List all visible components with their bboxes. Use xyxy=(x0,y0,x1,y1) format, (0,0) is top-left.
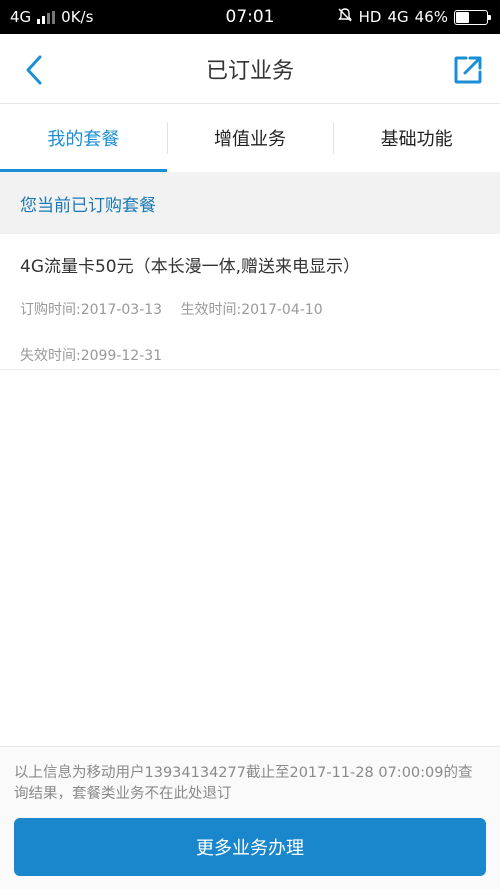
share-button[interactable] xyxy=(448,50,488,90)
expire-row: 失效时间:2099-12-31 xyxy=(20,345,480,365)
battery-percent: 46% xyxy=(414,8,448,26)
package-name: 4G流量卡50元（本长漫一体,赠送来电显示） xyxy=(20,257,361,277)
network-speed: 0K/s xyxy=(61,8,94,26)
mute-icon xyxy=(337,7,353,27)
tab-value-added[interactable]: 增值业务 xyxy=(166,104,334,172)
network-type: 4G xyxy=(10,8,32,26)
signal-icon xyxy=(37,10,56,24)
battery-icon xyxy=(454,9,491,25)
order-time: 订购时间:2017-03-13 xyxy=(20,302,163,318)
effective-time: 生效时间:2017-04-10 xyxy=(180,302,323,318)
header-bar: 已订业务 xyxy=(0,34,500,104)
external-link-icon xyxy=(454,56,482,84)
expire-time: 失效时间:2099-12-31 xyxy=(20,348,163,364)
query-note: 以上信息为移动用户13934134277截止至2017-11-28 07:00:… xyxy=(14,765,473,802)
status-bar: 4G 0K/s 07:01 HD 4G 46% xyxy=(0,0,500,34)
package-dates: 订购时间:2017-03-13 生效时间:2017-04-10 xyxy=(20,299,480,319)
section-title: 您当前已订购套餐 xyxy=(0,172,500,234)
hd-label: HD xyxy=(358,8,382,26)
tab-bar: 我的套餐 增值业务 基础功能 xyxy=(0,104,500,172)
network-type-right: 4G xyxy=(387,8,409,26)
back-button[interactable] xyxy=(14,50,54,90)
status-left: 4G 0K/s xyxy=(10,8,93,26)
package-card: 4G流量卡50元（本长漫一体,赠送来电显示） 订购时间:2017-03-13 生… xyxy=(0,234,500,370)
page-title: 已订业务 xyxy=(205,58,294,84)
tab-my-package[interactable]: 我的套餐 xyxy=(0,104,167,172)
more-business-button[interactable]: 更多业务办理 xyxy=(14,818,486,876)
tab-basic-functions[interactable]: 基础功能 xyxy=(333,104,500,172)
status-right: HD 4G 46% xyxy=(337,7,491,27)
chevron-left-icon xyxy=(26,55,42,85)
